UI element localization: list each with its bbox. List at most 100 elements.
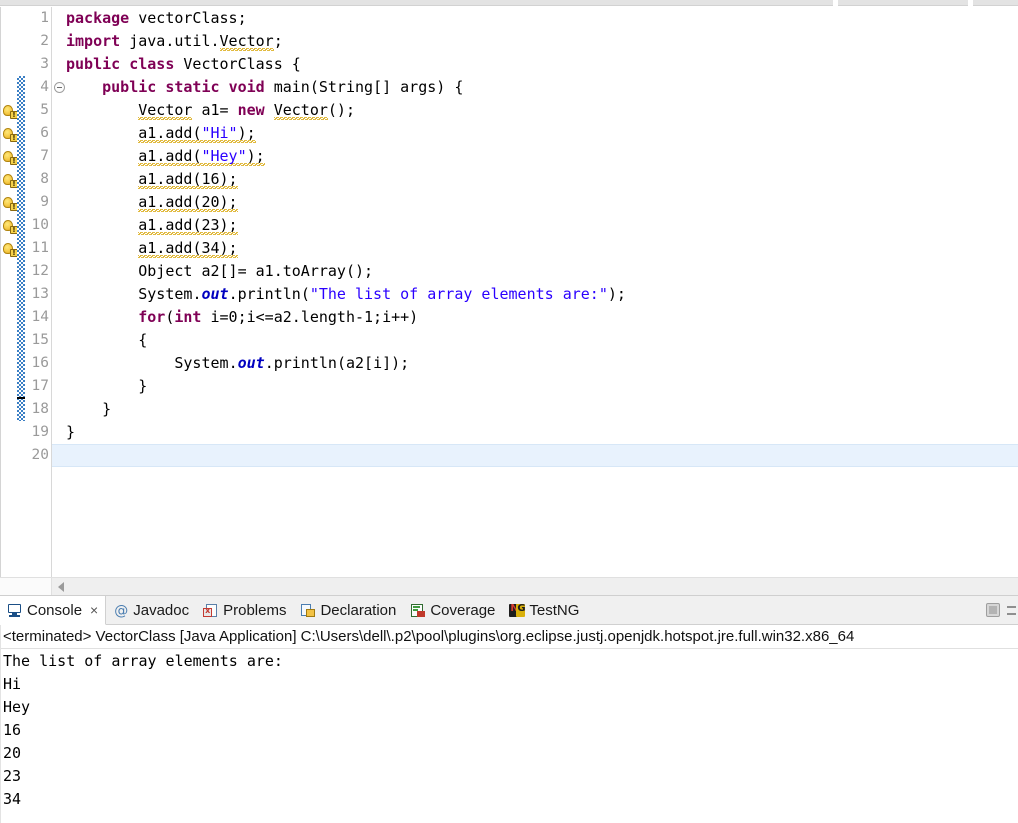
console-output-panel[interactable]: <terminated> VectorClass [Java Applicati… <box>0 625 1018 823</box>
warning-marker-icon[interactable]: ! <box>3 150 18 165</box>
code-line-text: { <box>66 331 148 349</box>
tab-testng[interactable]: TestNG <box>502 596 586 625</box>
code-line-text: package vectorClass; <box>66 9 247 27</box>
code-line[interactable]: Vector a1= new Vector(); <box>66 99 1018 122</box>
code-line[interactable]: a1.add(23); <box>66 214 1018 237</box>
line-number-ruler: 1 2 3 4 5 6 7 8 9 10 11 12 13 14 15 16 17 18 19 20 <box>25 7 52 595</box>
tab-problems[interactable]: Problems <box>196 596 293 625</box>
code-line-text: public class VectorClass { <box>66 55 301 73</box>
line-number: 13 <box>31 286 49 302</box>
code-line[interactable]: } <box>66 375 1018 398</box>
warning-marker-icon[interactable]: ! <box>3 196 18 211</box>
code-line[interactable]: a1.add("Hi"); <box>66 122 1018 145</box>
tab-label: Javadoc <box>133 602 190 619</box>
console-output-line: Hey <box>3 698 31 716</box>
editor-tab-strip <box>0 0 1018 7</box>
code-line-text: System.out.println("The list of array el… <box>138 285 626 303</box>
code-line[interactable]: Object a2[]= a1.toArray(); <box>66 260 1018 283</box>
code-line[interactable]: } <box>66 398 1018 421</box>
code-line[interactable]: import java.util.Vector; <box>66 30 1018 53</box>
console-output-line: 16 <box>3 721 22 739</box>
tab-strip-segment-left <box>0 0 833 6</box>
tab-javadoc[interactable]: @ Javadoc <box>106 596 196 625</box>
code-line[interactable] <box>52 444 1018 467</box>
editor-horizontal-scrollbar[interactable] <box>0 577 1018 595</box>
code-line-text: a1.add(23); <box>138 216 238 235</box>
line-number: 9 <box>40 194 49 210</box>
line-number: 18 <box>31 401 49 417</box>
line-number: 5 <box>40 102 49 118</box>
code-line[interactable]: public static void main(String[] args) { <box>66 76 1018 99</box>
code-line-text: Vector a1= new Vector(); <box>138 101 355 120</box>
tab-console[interactable]: Console × <box>0 596 107 625</box>
console-process-header: <terminated> VectorClass [Java Applicati… <box>3 628 855 645</box>
code-line[interactable]: { <box>66 329 1018 352</box>
tab-label: TestNG <box>529 602 580 619</box>
view-menu-bar-2 <box>1007 612 1016 615</box>
line-number: 17 <box>31 378 49 394</box>
line-number: 4 <box>40 79 49 95</box>
warning-marker-icon[interactable]: ! <box>3 127 18 142</box>
terminate-button[interactable] <box>985 602 1002 619</box>
code-line-text: import java.util.Vector; <box>66 32 283 51</box>
bottom-view-stack: Console × @Javadoc Problems Declaration Cover… <box>0 595 1018 823</box>
scroll-left-arrow-icon[interactable] <box>58 582 64 592</box>
fold-collapse-icon[interactable] <box>54 82 65 93</box>
tab-strip-segment-mid <box>838 0 968 6</box>
tab-label: Console <box>27 601 83 619</box>
tab-strip-segment-right <box>973 0 1018 6</box>
line-number: 16 <box>31 355 49 371</box>
code-line[interactable]: for(int i=0;i<=a2.length-1;i++) <box>66 306 1018 329</box>
console-output-line: 20 <box>3 744 22 762</box>
view-menu-icon[interactable] <box>1007 604 1016 618</box>
code-line[interactable]: a1.add(16); <box>66 168 1018 191</box>
console-icon <box>7 602 23 618</box>
code-line-text: for(int i=0;i<=a2.length-1;i++) <box>138 308 419 326</box>
line-number: 15 <box>31 332 49 348</box>
warning-marker-icon[interactable]: ! <box>3 219 18 234</box>
declaration-icon <box>300 603 316 619</box>
console-toolbar[interactable] <box>985 598 1016 623</box>
warning-marker-icon[interactable]: ! <box>3 104 18 119</box>
code-line[interactable]: a1.add(20); <box>66 191 1018 214</box>
tab-declaration[interactable]: Declaration <box>293 596 403 625</box>
code-folding-ruler[interactable] <box>53 7 66 595</box>
javadoc-icon: @ <box>114 602 129 619</box>
tab-coverage[interactable]: Coverage <box>403 596 502 625</box>
change-bar-segment <box>17 76 25 421</box>
code-line[interactable]: System.out.println(a2[i]); <box>66 352 1018 375</box>
eclipse-window: !!!!!!! 1 2 3 4 5 6 7 8 9 10 11 12 13 14 15 16 17 18 19 20 … <box>0 0 1018 823</box>
tab-label: Declaration <box>320 602 397 619</box>
line-number: 6 <box>40 125 49 141</box>
line-number: 1 <box>40 10 49 26</box>
warning-marker-icon[interactable]: ! <box>3 242 18 257</box>
console-output-line: 34 <box>3 790 22 808</box>
close-icon[interactable]: × <box>90 596 98 625</box>
code-line[interactable]: a1.add(34); <box>66 237 1018 260</box>
code-line[interactable]: System.out.println("The list of array el… <box>66 283 1018 306</box>
line-number: 11 <box>31 240 49 256</box>
view-menu-bar-1 <box>1007 605 1016 608</box>
scrollbar-corner <box>0 578 52 595</box>
code-line[interactable]: public class VectorClass { <box>66 53 1018 76</box>
console-output-lines: The list of array elements are: Hi Hey 16 20… <box>3 650 1017 811</box>
code-line-text: } <box>66 377 148 395</box>
warning-marker-icon[interactable]: ! <box>3 173 18 188</box>
code-text-area[interactable]: package vectorClass; import java.util.Vec… <box>52 7 1018 595</box>
code-line[interactable]: a1.add("Hey"); <box>66 145 1018 168</box>
code-line[interactable]: } <box>66 421 1018 444</box>
code-line[interactable]: package vectorClass; <box>66 7 1018 30</box>
code-line-text: System.out.println(a2[i]); <box>174 354 410 372</box>
line-number: 20 <box>31 447 49 463</box>
console-header-separator <box>1 648 1018 649</box>
annotation-marker-column[interactable]: !!!!!!! <box>1 7 18 595</box>
line-number: 10 <box>31 217 49 233</box>
problems-icon <box>203 603 219 619</box>
code-line-text: a1.add("Hey"); <box>138 147 265 166</box>
bottom-view-tabbar[interactable]: Console × @Javadoc Problems Declaration Cover… <box>0 596 1018 625</box>
tab-label: Coverage <box>430 602 496 619</box>
line-number: 2 <box>40 33 49 49</box>
code-line-text: a1.add("Hi"); <box>138 124 256 143</box>
line-number: 3 <box>40 56 49 72</box>
java-source-editor[interactable]: !!!!!!! 1 2 3 4 5 6 7 8 9 10 11 12 13 14 15 16 17 18 19 20 … <box>0 7 1018 595</box>
